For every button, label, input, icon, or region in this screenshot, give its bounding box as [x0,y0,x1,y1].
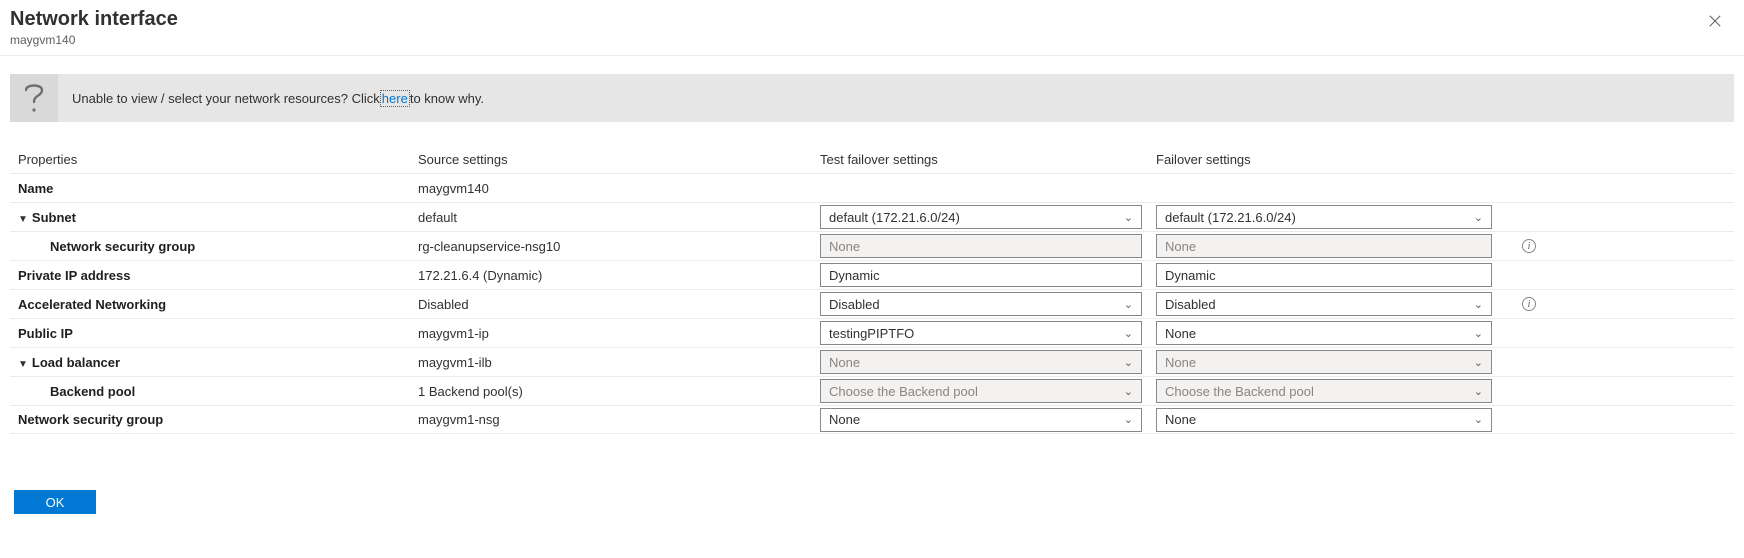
chevron-down-icon: ⌄ [1474,356,1483,369]
tf-public-ip-select[interactable]: testingPIPTFO ⌄ [820,321,1142,345]
source-subnet: default [418,210,820,225]
col-failover: Failover settings [1156,152,1492,167]
fo-lb-select: None ⌄ [1156,350,1492,374]
chevron-down-icon: ⌄ [1474,327,1483,340]
info-banner: Unable to view / select your network res… [10,74,1734,122]
close-icon [1708,15,1722,32]
ok-button[interactable]: OK [14,490,96,514]
label-nsg: Network security group [10,412,418,427]
chevron-down-icon: ⌄ [1474,385,1483,398]
source-name: maygvm140 [418,181,820,196]
label-backend: Backend pool [10,384,418,399]
source-public-ip: maygvm1-ip [418,326,820,341]
chevron-down-icon: ⌄ [1124,211,1133,224]
source-lb: maygvm1-ilb [418,355,820,370]
fo-backend-select: Choose the Backend pool ⌄ [1156,379,1492,403]
tf-private-ip-input[interactable]: Dynamic [820,263,1142,287]
source-private-ip: 172.21.6.4 (Dynamic) [418,268,820,283]
chevron-down-icon: ⌄ [1474,211,1483,224]
label-subnet: ▼Subnet [10,210,418,225]
source-nsg: maygvm1-nsg [418,412,820,427]
row-private-ip: Private IP address 172.21.6.4 (Dynamic) … [10,260,1734,289]
info-icon[interactable]: i [1522,297,1536,311]
tf-backend-select: Choose the Backend pool ⌄ [820,379,1142,403]
row-subnet: ▼Subnet default default (172.21.6.0/24) … [10,202,1734,231]
fo-private-ip-input[interactable]: Dynamic [1156,263,1492,287]
close-button[interactable] [1704,10,1726,36]
info-icon[interactable]: i [1522,239,1536,253]
tf-accel-net-select[interactable]: Disabled ⌄ [820,292,1142,316]
fo-public-ip-select[interactable]: None ⌄ [1156,321,1492,345]
chevron-down-icon: ⌄ [1124,385,1133,398]
col-test-failover: Test failover settings [820,152,1156,167]
fo-accel-net-select[interactable]: Disabled ⌄ [1156,292,1492,316]
row-lb: ▼Load balancer maygvm1-ilb None ⌄ None ⌄ [10,347,1734,376]
row-public-ip: Public IP maygvm1-ip testingPIPTFO ⌄ Non… [10,318,1734,347]
row-backend: Backend pool 1 Backend pool(s) Choose th… [10,376,1734,405]
tf-nsg-select[interactable]: None ⌄ [820,408,1142,432]
fo-nsg-select[interactable]: None ⌄ [1156,408,1492,432]
question-icon [10,74,58,122]
row-accel-net: Accelerated Networking Disabled Disabled… [10,289,1734,318]
label-private-ip: Private IP address [10,268,418,283]
chevron-down-icon: ⌄ [1124,298,1133,311]
expander-lb[interactable]: ▼ [18,359,28,370]
fo-subnet-select[interactable]: default (172.21.6.0/24) ⌄ [1156,205,1492,229]
chevron-down-icon: ⌄ [1474,298,1483,311]
chevron-down-icon: ⌄ [1124,413,1133,426]
label-public-ip: Public IP [10,326,418,341]
row-nsg-child: Network security group rg-cleanupservice… [10,231,1734,260]
source-accel-net: Disabled [418,297,820,312]
banner-link-here[interactable]: here [380,90,410,107]
column-headers: Properties Source settings Test failover… [10,152,1734,173]
label-name: Name [10,181,418,196]
tf-lb-select: None ⌄ [820,350,1142,374]
chevron-down-icon: ⌄ [1474,413,1483,426]
banner-text: Unable to view / select your network res… [58,74,484,122]
chevron-down-icon: ⌄ [1124,327,1133,340]
chevron-down-icon: ⌄ [1124,356,1133,369]
label-accel-net: Accelerated Networking [10,297,418,312]
source-nsg-child: rg-cleanupservice-nsg10 [418,239,820,254]
col-source: Source settings [418,152,820,167]
row-name: Name maygvm140 [10,173,1734,202]
col-properties: Properties [10,152,418,167]
page-subtitle: maygvm140 [10,33,1734,47]
tf-subnet-select[interactable]: default (172.21.6.0/24) ⌄ [820,205,1142,229]
tf-nsg-child-input: None [820,234,1142,258]
row-nsg: Network security group maygvm1-nsg None … [10,405,1734,434]
page-title: Network interface [10,8,1734,31]
source-backend: 1 Backend pool(s) [418,384,820,399]
fo-nsg-child-input: None [1156,234,1492,258]
blade-header: Network interface maygvm140 [0,0,1744,56]
expander-subnet[interactable]: ▼ [18,214,28,225]
label-nsg-child: Network security group [10,239,418,254]
label-lb: ▼Load balancer [10,355,418,370]
